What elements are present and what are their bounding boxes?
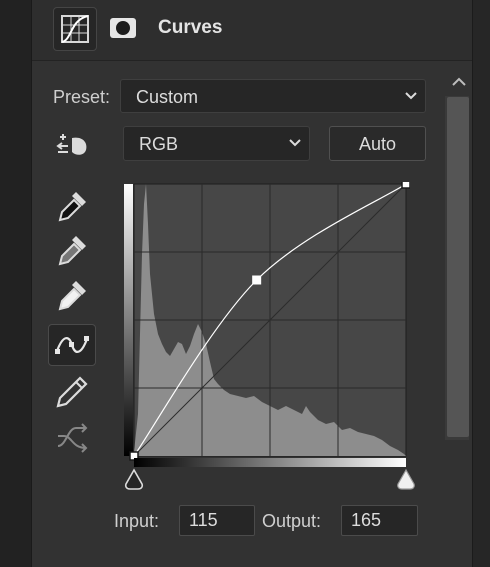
input-levels-slider[interactable] bbox=[122, 456, 418, 496]
right-dock-edge bbox=[472, 0, 490, 567]
gray-point-eyedropper-icon bbox=[58, 236, 86, 266]
channel-value: RGB bbox=[139, 134, 179, 154]
on-image-adjust-tool[interactable] bbox=[52, 126, 92, 166]
input-value-field[interactable]: 115 bbox=[179, 505, 255, 536]
output-value-field[interactable]: 165 bbox=[341, 505, 418, 536]
panel-title: Curves bbox=[158, 17, 223, 38]
black-point-slider-icon[interactable] bbox=[124, 468, 144, 490]
output-gradient-bar bbox=[124, 184, 133, 456]
black-point-eyedropper-icon bbox=[58, 192, 86, 222]
layer-mask-icon[interactable] bbox=[110, 18, 136, 38]
on-image-adjust-icon bbox=[56, 134, 87, 155]
scroll-up-icon[interactable] bbox=[449, 75, 469, 89]
scrollbar-thumb[interactable] bbox=[447, 97, 469, 437]
curve-point-2[interactable] bbox=[401, 182, 410, 189]
output-label: Output: bbox=[262, 511, 322, 531]
input-gradient-bar bbox=[134, 458, 406, 467]
preset-dropdown[interactable]: Custom bbox=[120, 79, 426, 113]
gray-point-eyedropper-tool[interactable] bbox=[52, 230, 92, 270]
panel-header bbox=[32, 0, 472, 61]
edit-curve-points-tool[interactable] bbox=[48, 324, 96, 366]
white-point-eyedropper-tool[interactable] bbox=[52, 275, 92, 315]
preset-value: Custom bbox=[136, 87, 199, 107]
smooth-curve-icon bbox=[57, 423, 88, 453]
white-point-eyedropper-icon bbox=[58, 281, 86, 311]
chevron-down-icon bbox=[405, 92, 417, 100]
left-dock-edge bbox=[0, 0, 32, 567]
chevron-down-icon bbox=[289, 139, 301, 147]
curves-graph[interactable] bbox=[122, 182, 410, 464]
auto-button[interactable]: Auto bbox=[329, 126, 426, 161]
smooth-curve-tool[interactable] bbox=[52, 418, 92, 458]
draw-curve-pencil-icon bbox=[56, 376, 88, 408]
curves-adjustment-icon bbox=[61, 15, 89, 43]
curve-point-1[interactable] bbox=[252, 275, 262, 285]
black-point-eyedropper-tool[interactable] bbox=[52, 186, 92, 226]
channel-dropdown[interactable]: RGB bbox=[123, 126, 310, 161]
white-point-slider-icon[interactable] bbox=[397, 468, 415, 490]
preset-label: Preset: bbox=[53, 87, 111, 107]
edit-curve-points-icon bbox=[55, 336, 89, 354]
draw-curve-pencil-tool[interactable] bbox=[52, 372, 92, 412]
input-label: Input: bbox=[114, 511, 160, 531]
curves-adjustment-tab[interactable] bbox=[53, 7, 97, 51]
